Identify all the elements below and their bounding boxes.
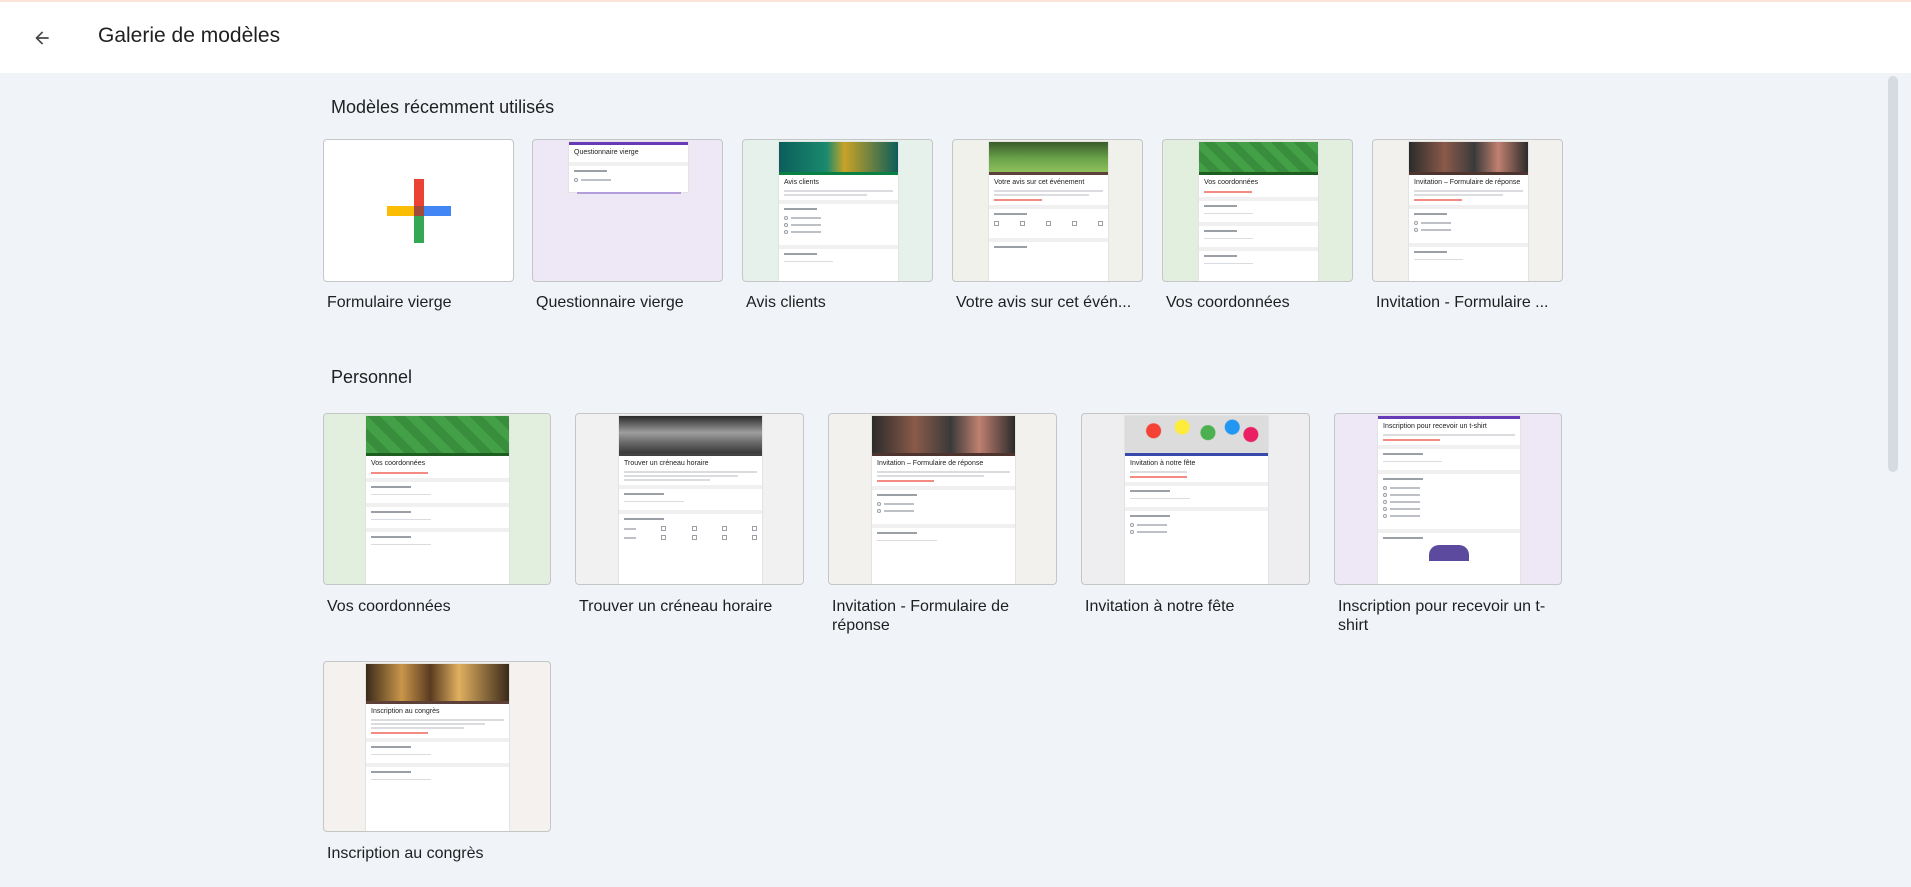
- form-preview: Inscription au congrès: [366, 664, 509, 831]
- form-preview: Invitation – Formulaire de réponse: [872, 416, 1015, 584]
- section-title-recent: Modèles récemment utilisés: [331, 97, 555, 117]
- form-preview: Invitation – Formulaire de réponse: [1409, 142, 1528, 281]
- form-preview: Trouver un créneau horaire: [619, 416, 762, 584]
- form-preview: Questionnaire vierge: [569, 142, 688, 192]
- template-card-event-feedback[interactable]: Votre avis sur cet événement Votre avis …: [952, 139, 1143, 319]
- section-title-personal: Personnel: [331, 367, 413, 387]
- footer-line: [577, 192, 681, 194]
- template-label: Questionnaire vierge: [536, 294, 684, 311]
- template-thumbnail: Vos coordonnées: [1162, 139, 1353, 282]
- template-label: Votre avis sur cet évén...: [956, 294, 1132, 311]
- template-thumbnail: Questionnaire vierge: [532, 139, 723, 282]
- template-thumbnail: Invitation – Formulaire de réponse: [1372, 139, 1563, 282]
- template-thumbnail: Inscription au congrès: [323, 661, 551, 832]
- template-label: Trouver un créneau horaire: [579, 598, 773, 615]
- template-label: Formulaire vierge: [327, 294, 452, 311]
- template-card-contact-info[interactable]: Vos coordonnées Vos coordonnées: [323, 413, 551, 633]
- template-label: Vos coordonnées: [327, 598, 451, 615]
- template-label: Vos coordonnées: [1166, 294, 1290, 311]
- template-card-event-registration[interactable]: Inscription au congrès Inscription au co…: [323, 661, 551, 866]
- form-preview: Vos coordonnées: [366, 416, 509, 584]
- template-label: Invitation - Formulaire de réponse: [832, 598, 1009, 634]
- template-card-rsvp[interactable]: Invitation – Formulaire de réponse Invit…: [1372, 139, 1563, 319]
- template-thumbnail: Avis clients: [742, 139, 933, 282]
- template-thumbnail: Inscription pour recevoir un t-shirt: [1334, 413, 1562, 585]
- app-header: Galerie de modèles: [0, 2, 1911, 73]
- template-label: Avis clients: [746, 294, 826, 311]
- template-label: Inscription pour recevoir un t-shirt: [1338, 598, 1546, 634]
- form-preview: Invitation à notre fête: [1125, 416, 1268, 584]
- template-thumbnail: Votre avis sur cet événement: [952, 139, 1143, 282]
- form-preview: Avis clients: [779, 142, 898, 281]
- template-thumbnail: Invitation – Formulaire de réponse: [828, 413, 1057, 585]
- template-label: Inscription au congrès: [327, 845, 484, 862]
- template-card-customer-feedback[interactable]: Avis clients Avis clients: [742, 139, 933, 319]
- template-card-blank-form[interactable]: Formulaire vierge: [323, 139, 514, 319]
- template-card-rsvp[interactable]: Invitation – Formulaire de réponse Invit…: [828, 413, 1057, 634]
- form-preview: Votre avis sur cet événement: [989, 142, 1108, 281]
- template-thumbnail: [323, 139, 514, 282]
- vertical-scrollbar[interactable]: [1888, 76, 1898, 472]
- template-label: Invitation à notre fête: [1085, 598, 1235, 615]
- template-thumbnail: Vos coordonnées: [323, 413, 551, 585]
- template-thumbnail: Invitation à notre fête: [1081, 413, 1310, 585]
- page-title: Galerie de modèles: [98, 24, 281, 47]
- form-preview: Vos coordonnées: [1199, 142, 1318, 281]
- template-card-party-invite[interactable]: Invitation à notre fête Invitation à not…: [1081, 413, 1310, 633]
- template-label: Invitation - Formulaire ...: [1376, 294, 1549, 311]
- form-preview: Inscription pour recevoir un t-shirt: [1378, 416, 1520, 584]
- arrow-back-icon: [35, 31, 49, 45]
- template-card-tshirt-signup[interactable]: Inscription pour recevoir un t-shirt Ins…: [1334, 413, 1562, 634]
- template-card-blank-quiz[interactable]: Questionnaire vierge Questionnaire vierg…: [532, 139, 723, 319]
- template-thumbnail: Trouver un créneau horaire: [575, 413, 804, 585]
- back-button[interactable]: [22, 18, 62, 58]
- plus-icon: [387, 179, 451, 243]
- template-card-contact-info[interactable]: Vos coordonnées Vos coordonnées: [1162, 139, 1353, 319]
- template-card-find-time[interactable]: Trouver un créneau horaire Trouver un cr…: [575, 413, 804, 633]
